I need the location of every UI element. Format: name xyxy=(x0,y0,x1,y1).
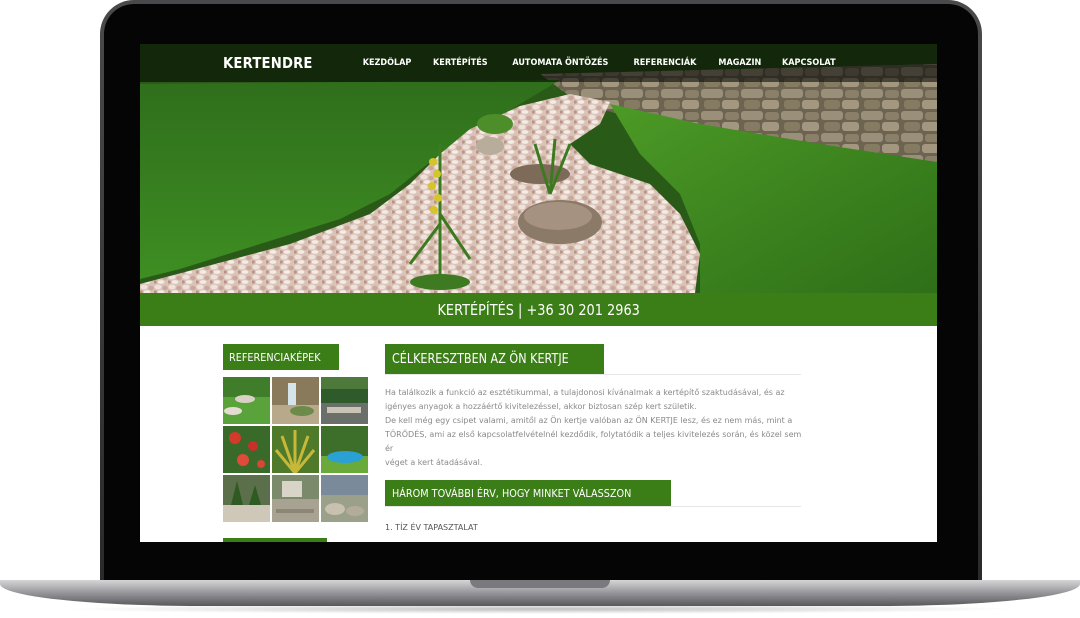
paragraph-line: igényes anyagok a hozzáértő kivitelezéss… xyxy=(385,402,697,411)
laptop-notch xyxy=(470,580,610,588)
sidebar-heading-label: REFERENCIAKÉPEK xyxy=(229,350,321,364)
gallery-thumb[interactable] xyxy=(321,475,368,522)
hero-banner: KERTENDRE KEZDŐLAP KERTÉPÍTÉS AUTOMATA Ö… xyxy=(140,44,937,293)
intro-paragraph: Ha találkozik a funkció az esztétikummal… xyxy=(385,386,803,470)
paragraph-line: véget a kert átadásával. xyxy=(385,458,483,467)
gallery-thumb[interactable] xyxy=(272,377,319,424)
nav-item-automata-ontozes[interactable]: AUTOMATA ÖNTÖZÉS xyxy=(512,58,608,68)
gallery-thumb[interactable] xyxy=(223,426,270,473)
reasons-heading: HÁROM TOVÁBBI ÉRV, HOGY MINKET VÁLASSZON xyxy=(385,480,672,506)
nav-item-magazin[interactable]: MAGAZIN xyxy=(718,58,761,68)
contact-band-text: KERTÉPÍTÉS | +36 30 201 2963 xyxy=(437,300,640,319)
gallery-thumb[interactable] xyxy=(272,475,319,522)
nav-item-kezdolap[interactable]: KEZDŐLAP xyxy=(363,58,412,68)
gallery-thumb[interactable] xyxy=(223,377,270,424)
nav-item-kertepites[interactable]: KERTÉPÍTÉS xyxy=(434,58,489,68)
gallery-thumb[interactable] xyxy=(321,426,368,473)
site-logo[interactable]: KERTENDRE xyxy=(223,54,313,72)
main-nav: KEZDŐLAP KERTÉPÍTÉS AUTOMATA ÖNTÖZÉS REF… xyxy=(360,58,839,68)
sidebar-heading: REFERENCIAKÉPEK xyxy=(223,344,340,370)
top-navigation-bar: KERTENDRE KEZDŐLAP KERTÉPÍTÉS AUTOMATA Ö… xyxy=(140,44,937,82)
website-screen: KERTENDRE KEZDŐLAP KERTÉPÍTÉS AUTOMATA Ö… xyxy=(140,44,937,542)
main-heading-label: CÉLKERESZTBEN AZ ÖN KERTJE xyxy=(392,351,569,367)
paragraph-line: TÖRŐDÉS, ami az első kapcsolatfelvételné… xyxy=(385,430,802,453)
heading-divider xyxy=(385,374,801,375)
paragraph-line: De kell még egy csipet valami, amitől az… xyxy=(385,416,793,425)
main-heading: CÉLKERESZTBEN AZ ÖN KERTJE xyxy=(385,344,605,374)
paragraph-line: Ha találkozik a funkció az esztétikummal… xyxy=(385,388,785,397)
gallery-thumb[interactable] xyxy=(223,475,270,522)
page-content: REFERENCIAKÉPEK CÉLKERESZTBEN AZ ÖN KERT… xyxy=(140,326,937,542)
gallery-thumb[interactable] xyxy=(272,426,319,473)
nav-item-kapcsolat[interactable]: KAPCSOLAT xyxy=(782,58,836,68)
sidebar-heading-secondary xyxy=(223,538,327,542)
gallery-thumb[interactable] xyxy=(321,377,368,424)
reference-gallery xyxy=(223,377,368,522)
reason-item: 1. TÍZ ÉV TAPASZTALAT xyxy=(385,523,478,532)
reasons-heading-label: HÁROM TOVÁBBI ÉRV, HOGY MINKET VÁLASSZON xyxy=(392,486,632,500)
reasons-divider xyxy=(385,506,801,507)
contact-band: KERTÉPÍTÉS | +36 30 201 2963 xyxy=(140,293,937,326)
nav-item-referenciak[interactable]: REFERENCIÁK xyxy=(633,58,696,68)
